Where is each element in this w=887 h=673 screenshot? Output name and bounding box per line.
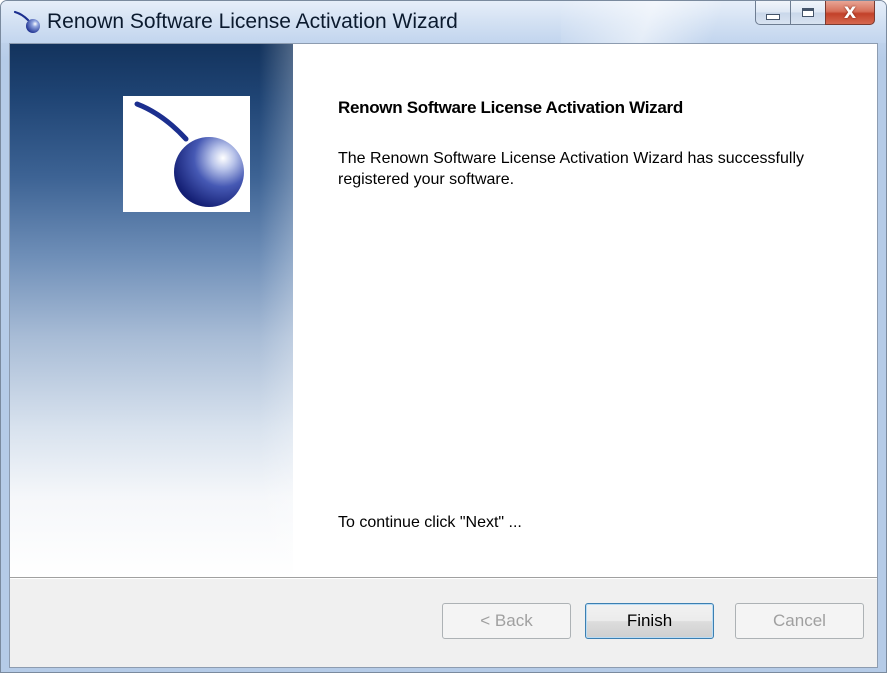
button-bar: < Back Finish Cancel (10, 579, 877, 667)
cancel-button[interactable]: Cancel (735, 603, 864, 639)
renown-logo-graphic (134, 101, 244, 207)
wizard-client-area: Renown Software License Activation Wizar… (9, 43, 878, 668)
back-button[interactable]: < Back (442, 603, 571, 639)
renown-logo-icon (13, 10, 40, 33)
close-icon: X (843, 2, 857, 22)
wizard-heading: Renown Software License Activation Wizar… (338, 98, 683, 117)
caption-buttons: X (755, 1, 875, 25)
close-button[interactable]: X (825, 1, 875, 25)
minimize-icon (766, 13, 780, 20)
maximize-button[interactable] (790, 1, 825, 25)
maximize-icon (802, 8, 814, 17)
title-bar[interactable]: Renown Software License Activation Wizar… (1, 1, 886, 43)
continue-hint: To continue click "Next" ... (338, 514, 522, 531)
wizard-message: The Renown Software License Activation W… (338, 150, 804, 188)
minimize-button[interactable] (755, 1, 790, 25)
wizard-side-banner (10, 44, 293, 577)
renown-logo (123, 96, 250, 212)
wizard-window: Renown Software License Activation Wizar… (0, 0, 887, 673)
finish-button[interactable]: Finish (585, 603, 714, 639)
wizard-content: Renown Software License Activation Wizar… (293, 44, 877, 577)
window-title: Renown Software License Activation Wizar… (47, 10, 458, 33)
